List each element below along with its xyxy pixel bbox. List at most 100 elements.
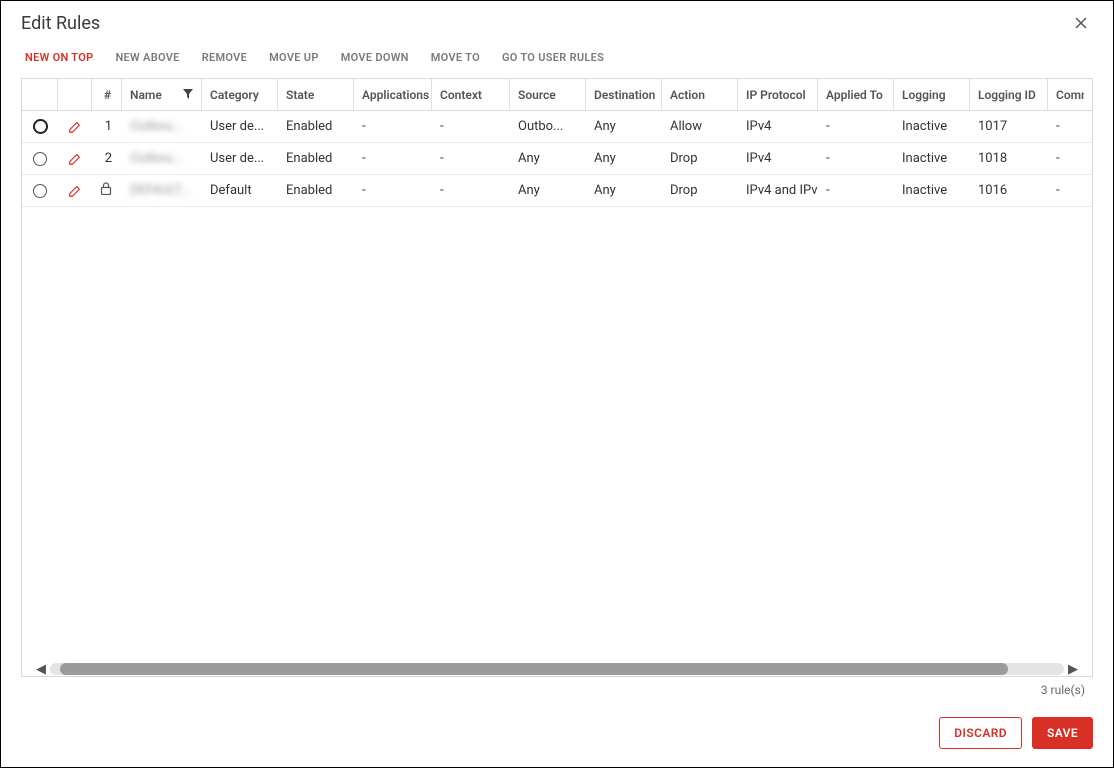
row-applications: - xyxy=(354,111,432,142)
row-applied-to: - xyxy=(818,111,894,142)
col-applications[interactable]: Applications xyxy=(354,79,432,110)
row-count: 3 rule(s) xyxy=(1,677,1113,703)
col-destination[interactable]: Destination xyxy=(586,79,662,110)
move-up-button[interactable]: MOVE UP xyxy=(269,51,319,64)
close-icon xyxy=(1073,15,1089,31)
radio-icon xyxy=(33,119,48,134)
move-to-button[interactable]: MOVE TO xyxy=(431,51,480,64)
row-source: Any xyxy=(510,175,586,206)
table-row[interactable]: DEFAULT...DefaultEnabled--AnyAnyDropIPv4… xyxy=(22,175,1092,207)
row-logging-id: 1016 xyxy=(970,175,1048,206)
dialog-title: Edit Rules xyxy=(21,13,1069,34)
move-down-button[interactable]: MOVE DOWN xyxy=(341,51,409,64)
row-seq-or-lock: 2 xyxy=(92,143,122,174)
edit-row-button[interactable] xyxy=(58,175,92,206)
col-context[interactable]: Context xyxy=(432,79,510,110)
row-seq-or-lock xyxy=(92,175,122,206)
new-on-top-button[interactable]: NEW ON TOP xyxy=(25,51,93,64)
row-action: Drop xyxy=(662,175,738,206)
row-state: Enabled xyxy=(278,175,354,206)
grid-body: 1Outbou...User de...Enabled--Outbo...Any… xyxy=(22,111,1092,662)
row-select[interactable] xyxy=(22,111,58,142)
col-name-label: Name xyxy=(130,88,162,102)
row-category: User de... xyxy=(202,143,278,174)
rules-grid: # Name Category State Applications Conte… xyxy=(21,78,1093,677)
col-applied-to[interactable]: Applied To xyxy=(818,79,894,110)
dialog-header: Edit Rules xyxy=(1,1,1113,41)
row-state: Enabled xyxy=(278,143,354,174)
scroll-track[interactable] xyxy=(50,663,1064,675)
col-ip-protocol[interactable]: IP Protocol xyxy=(738,79,818,110)
go-to-user-rules-button[interactable]: GO TO USER RULES xyxy=(502,51,604,64)
row-destination: Any xyxy=(586,111,662,142)
col-category[interactable]: Category xyxy=(202,79,278,110)
col-source[interactable]: Source xyxy=(510,79,586,110)
remove-button[interactable]: REMOVE xyxy=(202,51,247,64)
radio-icon xyxy=(33,184,47,198)
edit-row-button[interactable] xyxy=(58,111,92,142)
row-context: - xyxy=(432,111,510,142)
col-select xyxy=(22,79,58,110)
scroll-left-icon[interactable]: ◀ xyxy=(32,662,50,677)
row-context: - xyxy=(432,143,510,174)
row-seq: 2 xyxy=(105,151,112,166)
horizontal-scrollbar[interactable]: ◀ ▶ xyxy=(22,662,1092,676)
radio-icon xyxy=(33,152,47,166)
grid-header: # Name Category State Applications Conte… xyxy=(22,79,1092,111)
row-category: Default xyxy=(202,175,278,206)
row-logging: Inactive xyxy=(894,111,970,142)
row-logging: Inactive xyxy=(894,143,970,174)
row-seq-or-lock: 1 xyxy=(92,111,122,142)
col-logging[interactable]: Logging xyxy=(894,79,970,110)
table-row[interactable]: 1Outbou...User de...Enabled--Outbo...Any… xyxy=(22,111,1092,143)
row-applied-to: - xyxy=(818,143,894,174)
col-logging-id[interactable]: Logging ID xyxy=(970,79,1048,110)
row-comments: - xyxy=(1048,143,1084,174)
save-button[interactable]: SAVE xyxy=(1032,717,1093,749)
lock-icon xyxy=(100,182,112,199)
row-name: Outbou... xyxy=(122,111,202,142)
row-name: DEFAULT... xyxy=(122,175,202,206)
row-category: User de... xyxy=(202,111,278,142)
close-button[interactable] xyxy=(1069,11,1093,35)
dialog-actions: DISCARD SAVE xyxy=(1,703,1113,767)
row-logging-id: 1017 xyxy=(970,111,1048,142)
col-action[interactable]: Action xyxy=(662,79,738,110)
row-ip-protocol: IPv4 xyxy=(738,143,818,174)
row-ip-protocol: IPv4 xyxy=(738,111,818,142)
col-comments[interactable]: Comm xyxy=(1048,79,1084,110)
row-name: Outbou... xyxy=(122,143,202,174)
discard-button[interactable]: DISCARD xyxy=(939,717,1022,749)
row-select[interactable] xyxy=(22,143,58,174)
row-comments: - xyxy=(1048,175,1084,206)
row-applications: - xyxy=(354,175,432,206)
row-applied-to: - xyxy=(818,175,894,206)
filter-icon[interactable] xyxy=(183,88,193,102)
row-seq: 1 xyxy=(105,119,112,134)
col-name[interactable]: Name xyxy=(122,79,202,110)
row-destination: Any xyxy=(586,175,662,206)
row-state: Enabled xyxy=(278,111,354,142)
row-logging: Inactive xyxy=(894,175,970,206)
toolbar: NEW ON TOP NEW ABOVE REMOVE MOVE UP MOVE… xyxy=(1,41,1113,78)
table-row[interactable]: 2Outbou...User de...Enabled--AnyAnyDropI… xyxy=(22,143,1092,175)
col-edit xyxy=(58,79,92,110)
row-select[interactable] xyxy=(22,175,58,206)
scroll-right-icon[interactable]: ▶ xyxy=(1064,662,1082,677)
row-context: - xyxy=(432,175,510,206)
row-logging-id: 1018 xyxy=(970,143,1048,174)
row-destination: Any xyxy=(586,143,662,174)
col-state[interactable]: State xyxy=(278,79,354,110)
row-source: Any xyxy=(510,143,586,174)
new-above-button[interactable]: NEW ABOVE xyxy=(115,51,179,64)
row-applications: - xyxy=(354,143,432,174)
row-ip-protocol: IPv4 and IPv xyxy=(738,175,818,206)
edit-rules-dialog: Edit Rules NEW ON TOP NEW ABOVE REMOVE M… xyxy=(0,0,1114,768)
col-seq[interactable]: # xyxy=(92,79,122,110)
row-comments: - xyxy=(1048,111,1084,142)
row-action: Allow xyxy=(662,111,738,142)
row-action: Drop xyxy=(662,143,738,174)
edit-row-button[interactable] xyxy=(58,143,92,174)
row-source: Outbo... xyxy=(510,111,586,142)
scroll-thumb[interactable] xyxy=(60,663,1008,675)
